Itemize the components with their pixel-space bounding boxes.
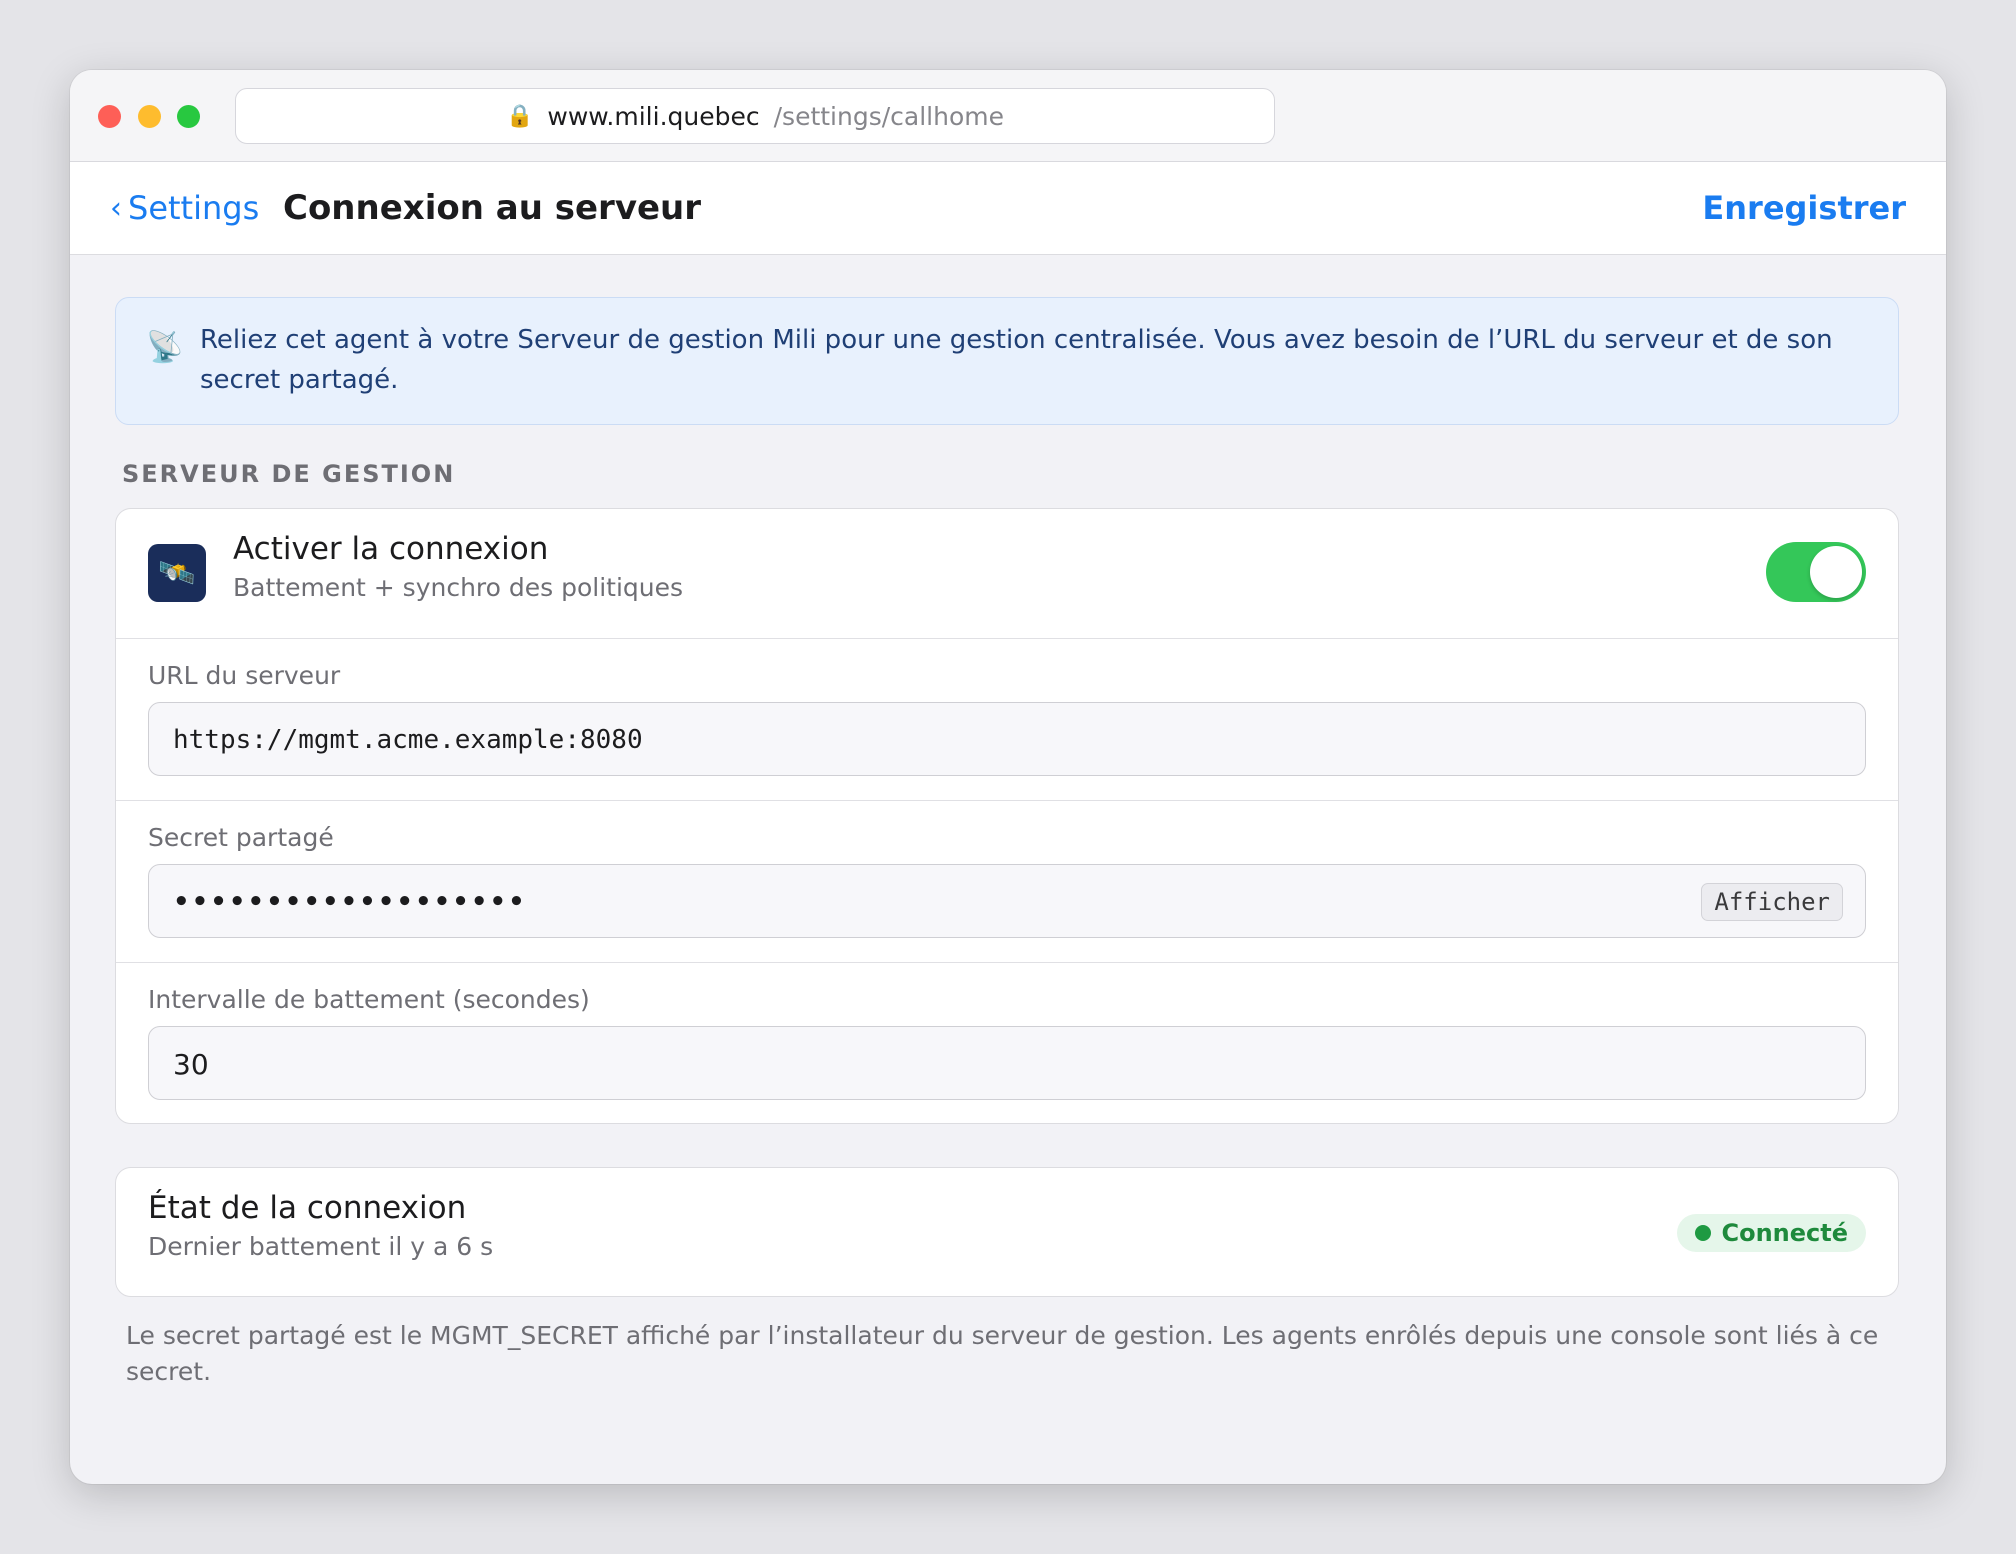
toggle-knob (1810, 546, 1862, 598)
status-dot-icon (1695, 1225, 1712, 1241)
enable-connection-title: Activer la connexion (233, 531, 549, 567)
zoom-window-button[interactable] (177, 105, 200, 128)
heartbeat-interval-value: 30 (173, 1047, 209, 1081)
footer-note: Le secret partagé est le MGMT_SECRET aff… (126, 1321, 1879, 1386)
section-header: SERVEUR DE GESTION (122, 460, 456, 488)
browser-chrome: 🔒 www.mili.quebec /settings/callhome (70, 70, 1946, 162)
server-url-label: URL du serveur (148, 661, 341, 690)
divider (116, 962, 1898, 963)
shared-secret-field[interactable]: ••••••••••••••••••• Afficher (148, 864, 1866, 938)
minimize-window-button[interactable] (138, 105, 161, 128)
close-window-button[interactable] (98, 105, 121, 128)
server-url-value: https://mgmt.acme.example:8080 (173, 725, 643, 755)
shared-secret-label: Secret partagé (148, 823, 334, 852)
shared-secret-value: ••••••••••••••••••• (173, 887, 527, 917)
status-badge-label: Connecté (1721, 1219, 1848, 1247)
satellite-icon: 🛰️ (148, 544, 206, 602)
connection-status-title: État de la connexion (148, 1190, 467, 1226)
heartbeat-interval-field[interactable]: 30 (148, 1026, 1866, 1100)
status-badge: Connecté (1677, 1214, 1866, 1252)
show-secret-button[interactable]: Afficher (1701, 883, 1843, 921)
url-path: /settings/callhome (773, 101, 1004, 131)
divider (116, 800, 1898, 801)
back-label: Settings (128, 189, 260, 227)
url-host: www.mili.quebec (547, 101, 760, 131)
satellite-dish-icon: 📡 (146, 330, 184, 365)
address-bar[interactable]: 🔒 www.mili.quebec /settings/callhome (235, 88, 1275, 144)
enable-connection-toggle[interactable] (1766, 542, 1866, 602)
divider (116, 638, 1898, 639)
chevron-left-icon: ‹ (110, 190, 122, 226)
enable-connection-subtitle: Battement + synchro des politiques (233, 573, 684, 602)
page-title: Connexion au serveur (283, 188, 702, 228)
back-button[interactable]: ‹ Settings (110, 162, 259, 254)
connection-status-card: État de la connexion Dernier battement i… (115, 1167, 1899, 1297)
heartbeat-interval-label: Intervalle de battement (secondes) (148, 985, 590, 1014)
info-banner: 📡 Reliez cet agent à votre Serveur de ge… (115, 297, 1899, 425)
management-server-card: 🛰️ Activer la connexion Battement + sync… (115, 508, 1899, 1124)
connection-status-subtitle: Dernier battement il y a 6 s (148, 1232, 494, 1261)
save-button[interactable]: Enregistrer (1702, 162, 1906, 254)
browser-window: 🔒 www.mili.quebec /settings/callhome ‹ S… (70, 70, 1946, 1484)
lock-icon: 🔒 (505, 103, 534, 129)
server-url-field[interactable]: https://mgmt.acme.example:8080 (148, 702, 1866, 776)
navigation-bar: ‹ Settings Connexion au serveur Enregist… (70, 162, 1946, 255)
info-banner-text: Reliez cet agent à votre Serveur de gest… (200, 325, 1833, 395)
